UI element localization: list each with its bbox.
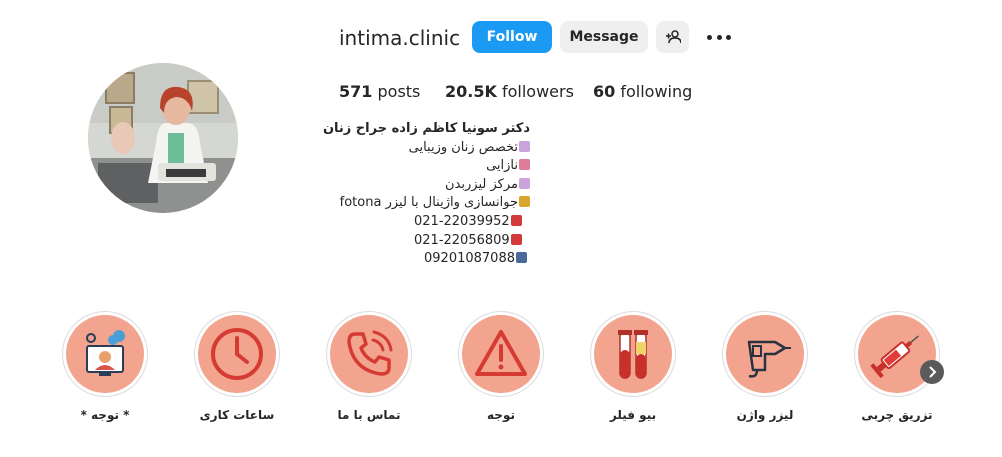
bio-line: جوانسازی واژینال با لیزر fotona [330, 194, 530, 213]
pregnant-emoji-icon [519, 159, 530, 171]
highlight-label: بیو فیلر [609, 408, 657, 422]
profile-photo [88, 63, 238, 213]
next-highlights-button[interactable] [920, 360, 944, 384]
bio-phone: 021-22039952 [330, 213, 530, 232]
posts-label: posts [377, 82, 421, 101]
add-user-icon [665, 30, 681, 44]
mobile-phone-emoji-icon [515, 252, 527, 264]
following-value: 60 [593, 82, 616, 101]
highlight-label: لیزر واژن [736, 408, 794, 422]
bio-line: نازایی [330, 157, 530, 176]
following-count[interactable]: 60 following [593, 82, 692, 101]
bio-mobile: 09201087088 [330, 250, 530, 269]
highlight-label: تزریق چربی [861, 408, 933, 422]
profile-avatar[interactable] [88, 63, 238, 213]
support-agent-icon [86, 330, 125, 376]
bio-line: مرکز لیزربدن [330, 176, 530, 195]
highlight-item[interactable]: تماس با ما [324, 311, 414, 422]
followers-label: followers [501, 82, 574, 101]
highlight-label: تماس با ما [337, 408, 401, 422]
followers-count[interactable]: 20.5K followers [445, 82, 574, 101]
clock-icon [211, 328, 263, 380]
profile-username: intima.clinic [339, 26, 461, 50]
more-options-icon[interactable] [707, 27, 731, 47]
telephone-emoji-icon [510, 233, 522, 245]
follow-button[interactable]: Follow [472, 21, 552, 53]
suggest-user-button[interactable] [656, 21, 689, 53]
highlight-item[interactable]: بیو فیلر [588, 311, 678, 422]
highlight-item[interactable]: توجه [456, 311, 546, 422]
doctor-emoji-icon [519, 140, 530, 152]
highlight-label: توجه [487, 408, 515, 422]
message-button[interactable]: Message [560, 21, 648, 53]
profile-bio: دکتر سونیا کاظم زاده جراح زنان تخصص زنان… [322, 120, 530, 269]
bio-name: دکتر سونیا کاظم زاده جراح زنان [322, 121, 530, 136]
laser-device-icon [747, 340, 791, 378]
highlight-label: * توجه * [80, 408, 130, 422]
bio-line: تخصص زنان وزیبایی [330, 139, 530, 158]
telephone-emoji-icon [510, 214, 522, 226]
highlight-item[interactable]: ساعات کاری [192, 311, 282, 422]
syringe-icon [870, 335, 919, 379]
highlight-label: ساعات کاری [199, 408, 275, 422]
warning-icon [475, 330, 527, 376]
chevron-right-icon [929, 366, 937, 378]
doctor-emoji-icon [519, 177, 530, 189]
following-label: following [620, 82, 693, 101]
highlight-item[interactable]: * توجه * [60, 311, 150, 422]
posts-value: 571 [339, 82, 373, 101]
phone-icon [347, 330, 393, 376]
fleur-de-lis-emoji-icon [519, 196, 530, 208]
posts-count: 571 posts [339, 82, 420, 101]
followers-value: 20.5K [445, 82, 497, 101]
bio-phone: 021-22056809 [330, 232, 530, 251]
test-tubes-icon [618, 330, 648, 379]
highlight-item[interactable]: لیزر واژن [720, 311, 810, 422]
